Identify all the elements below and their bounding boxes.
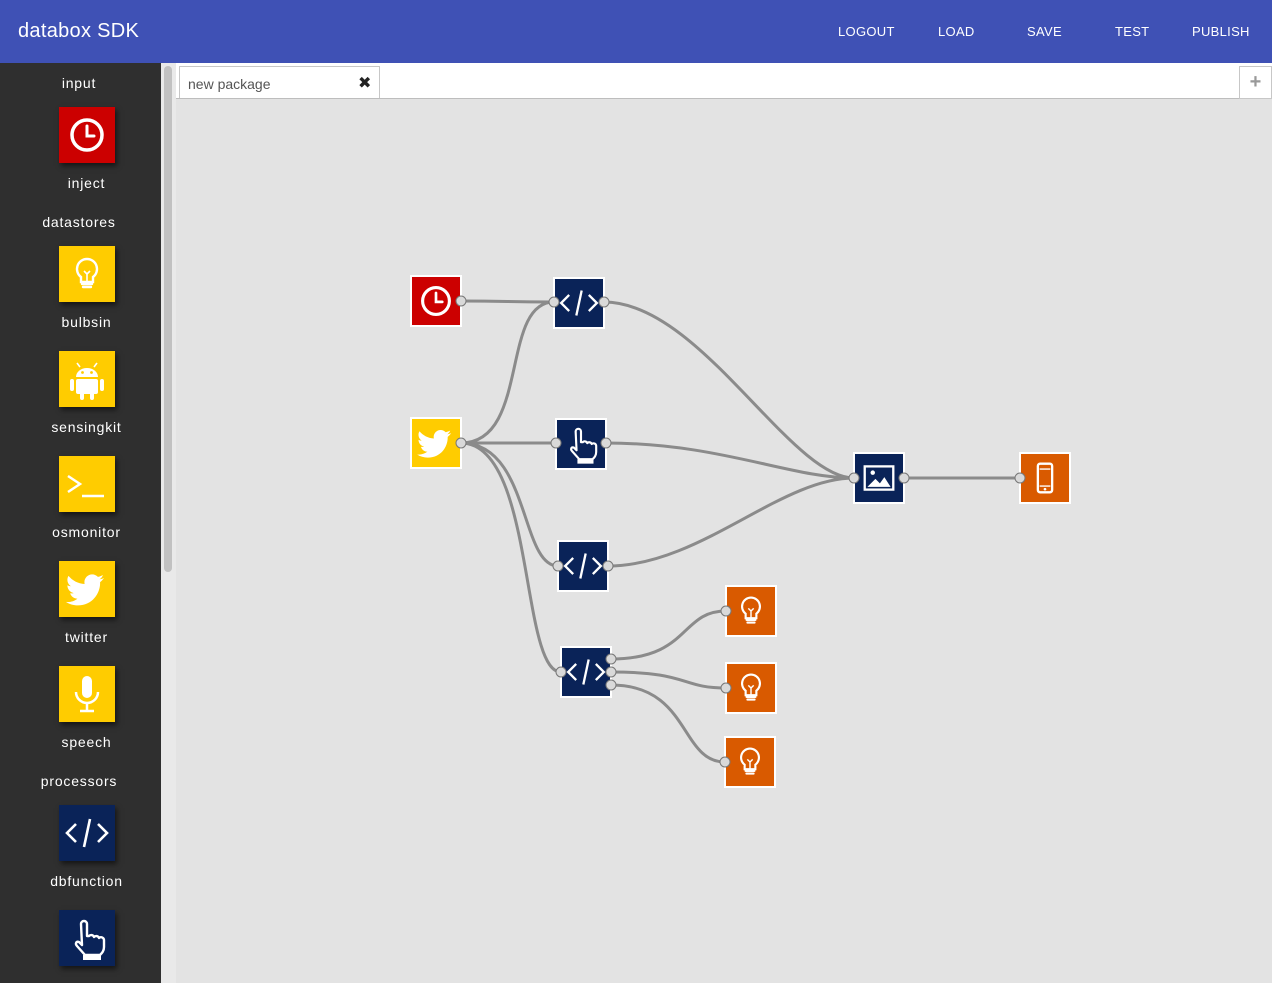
- palette-item-label: sensingkit: [51, 419, 122, 435]
- palette-item-inject[interactable]: [59, 107, 115, 163]
- flow-canvas[interactable]: [176, 99, 1272, 983]
- category-input: input: [61, 75, 97, 91]
- test-button[interactable]: TEST: [1115, 0, 1149, 63]
- bulb-node-3[interactable]: [719, 736, 776, 788]
- bulb-node-1[interactable]: [720, 585, 777, 637]
- input-port[interactable]: [719, 756, 731, 768]
- connection-wire[interactable]: [607, 476, 855, 568]
- microphone-icon: [74, 674, 100, 713]
- palette-item-label: twitter: [65, 629, 108, 645]
- connection-wire[interactable]: [610, 609, 727, 661]
- category-datastores: datastores: [42, 214, 116, 230]
- input-port[interactable]: [720, 605, 732, 617]
- connection-wire[interactable]: [603, 300, 855, 480]
- category-processors: processors: [40, 773, 118, 789]
- code-icon: [65, 817, 109, 849]
- output-port[interactable]: [455, 295, 467, 307]
- sidebar-scrollbar-thumb[interactable]: [164, 66, 172, 572]
- input-port[interactable]: [548, 296, 560, 308]
- clock-icon: [70, 118, 104, 152]
- tab-bar: new package ✖ +: [176, 63, 1272, 99]
- output-port[interactable]: [602, 560, 614, 572]
- app-title: databox SDK: [18, 20, 140, 42]
- android-icon: [69, 362, 105, 401]
- function-node-1[interactable]: [548, 277, 610, 329]
- publish-button[interactable]: PUBLISH: [1192, 0, 1250, 63]
- connection-wire[interactable]: [610, 683, 726, 764]
- logout-button[interactable]: LOGOUT: [838, 0, 895, 63]
- flow-graph: [410, 275, 1071, 788]
- image-node[interactable]: [848, 452, 910, 504]
- save-button[interactable]: SAVE: [1027, 0, 1062, 63]
- terminal-icon: [66, 474, 106, 498]
- output-port[interactable]: [605, 679, 617, 691]
- palette-item-speech[interactable]: [59, 666, 115, 722]
- palette-item-bulbsin[interactable]: [59, 246, 115, 302]
- output-port[interactable]: [605, 653, 617, 665]
- app-bar: databox SDK LOGOUT LOAD SAVE TEST PUBLIS…: [0, 0, 1272, 63]
- close-icon[interactable]: ✖: [358, 73, 371, 93]
- input-port[interactable]: [552, 560, 564, 572]
- palette-item-label: osmonitor: [52, 524, 121, 540]
- palette-item-label: inject: [67, 175, 106, 191]
- palette-item-dbfunction[interactable]: [59, 805, 115, 861]
- connection-wire[interactable]: [460, 299, 555, 304]
- function-node-3[interactable]: [555, 646, 617, 698]
- tab-new-package[interactable]: new package ✖: [179, 66, 380, 98]
- twitter-bird-icon: [65, 574, 104, 606]
- palette-item-twitter[interactable]: [59, 561, 115, 617]
- output-port[interactable]: [600, 437, 612, 449]
- palette-item-osmonitor[interactable]: [59, 456, 115, 512]
- palette-item-sensingkit[interactable]: [59, 351, 115, 407]
- connection-wire[interactable]: [605, 441, 855, 480]
- load-button[interactable]: LOAD: [938, 0, 975, 63]
- output-port[interactable]: [605, 666, 617, 678]
- output-port[interactable]: [455, 437, 467, 449]
- inject-node[interactable]: [410, 275, 467, 327]
- palette-item-label: speech: [61, 734, 112, 750]
- input-port[interactable]: [720, 682, 732, 694]
- palette-item-pointer[interactable]: [59, 910, 115, 966]
- bulb-node-2[interactable]: [720, 662, 777, 714]
- node-palette: input inject datastores bulbsin sensingk…: [0, 63, 161, 983]
- pointer-node[interactable]: [550, 418, 612, 470]
- input-port[interactable]: [555, 666, 567, 678]
- twitter-node[interactable]: [410, 417, 467, 469]
- lightbulb-icon: [75, 257, 99, 289]
- plus-icon[interactable]: +: [1239, 66, 1272, 99]
- tab-title: new package: [188, 76, 271, 92]
- function-node-2[interactable]: [552, 540, 614, 592]
- hand-pointer-icon: [74, 919, 106, 962]
- input-port[interactable]: [550, 437, 562, 449]
- output-port[interactable]: [898, 472, 910, 484]
- output-port[interactable]: [598, 296, 610, 308]
- palette-item-label: dbfunction: [50, 873, 123, 889]
- input-port[interactable]: [1014, 472, 1026, 484]
- connection-wire[interactable]: [460, 441, 559, 568]
- connection-wire[interactable]: [460, 300, 555, 445]
- palette-item-label: bulbsin: [61, 314, 112, 330]
- input-port[interactable]: [848, 472, 860, 484]
- app-node[interactable]: [1014, 452, 1071, 504]
